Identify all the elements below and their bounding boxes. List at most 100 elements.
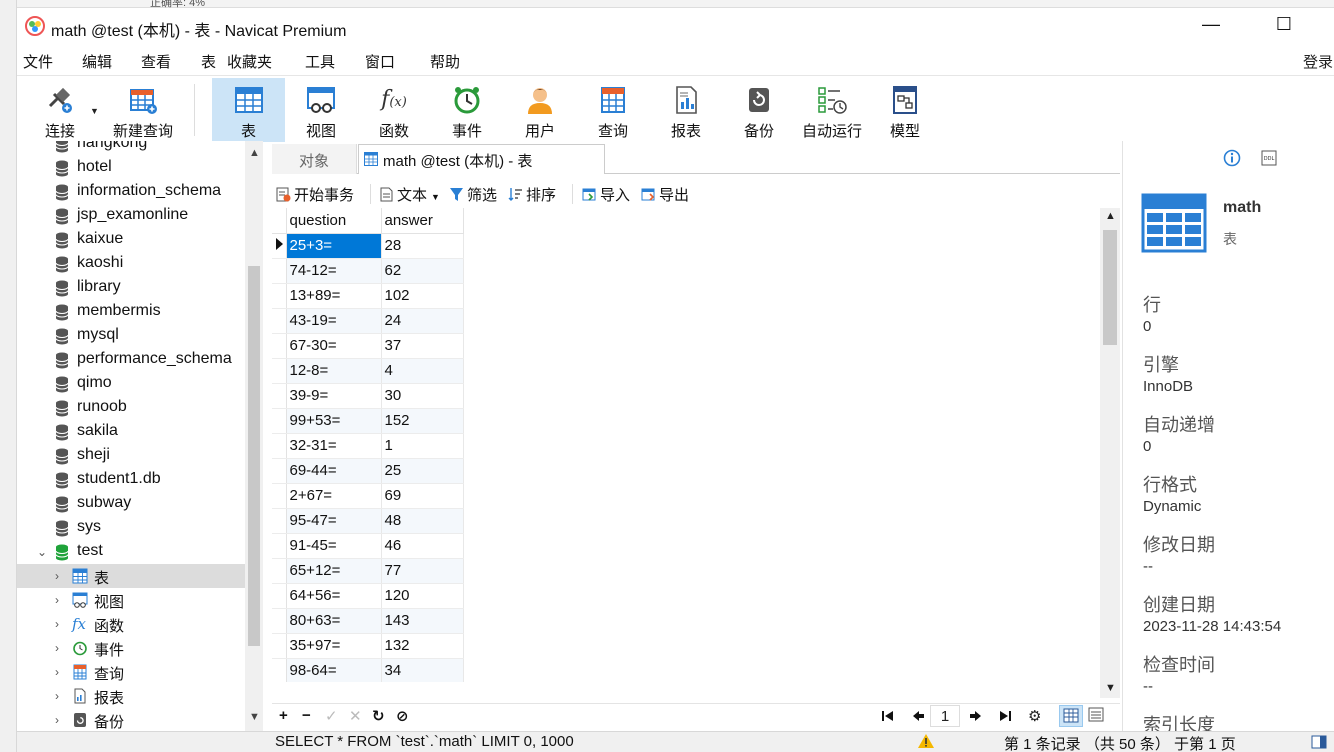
tree-database-item[interactable]: membermis [17, 300, 245, 324]
function-button[interactable]: f(x) 函数 [358, 78, 430, 142]
begin-transaction-button[interactable]: 开始事务 [276, 184, 354, 205]
tree-node-report[interactable]: › 报表 [17, 684, 245, 708]
cell-answer[interactable]: 48 [381, 508, 464, 534]
grid-scroll-down-icon[interactable]: ▼ [1105, 682, 1116, 694]
chevron-down-icon[interactable]: ⌄ [37, 545, 47, 559]
table-row[interactable]: 43-19= 24 [272, 308, 464, 334]
apply-changes-button[interactable]: ✓ [325, 707, 338, 725]
menu-view[interactable]: 查看 [141, 51, 171, 72]
tree-database-item[interactable]: performance_schema [17, 348, 245, 372]
row-header[interactable] [272, 333, 287, 359]
row-header[interactable] [272, 633, 287, 659]
tree-database-item[interactable]: sakila [17, 420, 245, 444]
table-row[interactable]: 74-12= 62 [272, 258, 464, 284]
tree-database-item[interactable]: runoob [17, 396, 245, 420]
cell-question[interactable]: 35+97= [286, 633, 382, 659]
tree-database-item[interactable]: library [17, 276, 245, 300]
row-header[interactable] [272, 308, 287, 334]
row-header[interactable] [272, 358, 287, 384]
cell-question[interactable]: 32-31= [286, 433, 382, 459]
row-header[interactable] [272, 458, 287, 484]
tree-database-test[interactable]: ⌄ test [17, 540, 245, 564]
row-header[interactable] [272, 608, 287, 634]
tree-database-item[interactable]: hangkong [17, 141, 245, 156]
backup-button[interactable]: 备份 [723, 78, 795, 142]
tree-node-backup[interactable]: › 备份 [17, 708, 245, 731]
cell-question[interactable]: 2+67= [286, 483, 382, 509]
row-header[interactable] [272, 233, 287, 259]
chevron-right-icon[interactable]: › [55, 641, 59, 655]
table-row[interactable]: 98-64= 34 [272, 658, 464, 682]
report-button[interactable]: 报表 [650, 78, 722, 142]
new-query-button[interactable]: 新建查询 [102, 78, 184, 142]
row-header[interactable] [272, 383, 287, 409]
toggle-info-panel-icon[interactable] [1311, 735, 1327, 749]
tree-scroll-down-icon[interactable]: ▼ [249, 711, 260, 723]
cell-question[interactable]: 25+3= [286, 233, 382, 259]
filter-button[interactable]: 筛选 [449, 184, 497, 205]
settings-gear-icon[interactable]: ⚙ [1028, 707, 1041, 725]
chevron-right-icon[interactable]: › [55, 569, 59, 583]
row-header[interactable] [272, 408, 287, 434]
cell-question[interactable]: 65+12= [286, 558, 382, 584]
column-header-answer[interactable]: answer [381, 208, 464, 234]
tree-database-item[interactable]: kaoshi [17, 252, 245, 276]
chevron-right-icon[interactable]: › [55, 689, 59, 703]
cell-answer[interactable]: 4 [381, 358, 464, 384]
last-page-icon[interactable] [998, 710, 1012, 722]
automation-button[interactable]: 自动运行 [796, 78, 868, 142]
row-header[interactable] [272, 658, 287, 682]
row-header[interactable] [272, 533, 287, 559]
tree-database-item[interactable]: kaixue [17, 228, 245, 252]
tree-scroll-thumb[interactable] [248, 266, 260, 646]
previous-page-icon[interactable] [911, 710, 925, 722]
tree-database-item[interactable]: qimo [17, 372, 245, 396]
tree-node-table[interactable]: › 表 [17, 564, 245, 588]
table-row[interactable]: 91-45= 46 [272, 533, 464, 559]
table-row[interactable]: 80+63= 143 [272, 608, 464, 634]
event-button[interactable]: 事件 [431, 78, 503, 142]
row-header[interactable] [272, 558, 287, 584]
menu-table[interactable]: 表 [201, 51, 216, 72]
cell-question[interactable]: 98-64= [286, 658, 382, 682]
cell-question[interactable]: 39-9= [286, 383, 382, 409]
tree-node-event[interactable]: › 事件 [17, 636, 245, 660]
tree-database-item[interactable]: sheji [17, 444, 245, 468]
import-button[interactable]: 导入 [582, 184, 630, 205]
table-button[interactable]: 表 [212, 78, 285, 142]
first-page-icon[interactable] [881, 710, 895, 722]
menu-window[interactable]: 窗口 [365, 51, 395, 72]
grid-scroll-up-icon[interactable]: ▲ [1105, 210, 1116, 222]
cell-answer[interactable]: 24 [381, 308, 464, 334]
table-row[interactable]: 99+53= 152 [272, 408, 464, 434]
tab-objects[interactable]: 对象 [272, 144, 357, 174]
table-row[interactable]: 12-8= 4 [272, 358, 464, 384]
cell-answer[interactable]: 37 [381, 333, 464, 359]
table-row[interactable]: 65+12= 77 [272, 558, 464, 584]
row-header[interactable] [272, 433, 287, 459]
cell-answer[interactable]: 1 [381, 433, 464, 459]
cell-question[interactable]: 13+89= [286, 283, 382, 309]
row-header[interactable] [272, 508, 287, 534]
cell-answer[interactable]: 30 [381, 383, 464, 409]
table-row[interactable]: 13+89= 102 [272, 283, 464, 309]
export-button[interactable]: 导出 [641, 184, 689, 205]
tree-node-view[interactable]: › 视图 [17, 588, 245, 612]
table-row[interactable]: 2+67= 69 [272, 483, 464, 509]
tree-database-item[interactable]: hotel [17, 156, 245, 180]
tree-scrollbar[interactable]: ▲ ▼ [245, 141, 263, 731]
tree-scroll-up-icon[interactable]: ▲ [249, 147, 260, 159]
cell-answer[interactable]: 102 [381, 283, 464, 309]
chevron-right-icon[interactable]: › [55, 713, 59, 727]
cell-question[interactable]: 67-30= [286, 333, 382, 359]
tree-database-item[interactable]: sys [17, 516, 245, 540]
grid-scroll-thumb[interactable] [1103, 230, 1117, 345]
cell-question[interactable]: 91-45= [286, 533, 382, 559]
info-icon[interactable] [1223, 149, 1241, 167]
view-button[interactable]: 视图 [285, 78, 357, 142]
ddl-icon[interactable]: DDL [1261, 150, 1277, 166]
login-link[interactable]: 登录 [1303, 51, 1333, 72]
user-button[interactable]: 用户 [504, 78, 576, 142]
cell-answer[interactable]: 132 [381, 633, 464, 659]
cell-question[interactable]: 95-47= [286, 508, 382, 534]
